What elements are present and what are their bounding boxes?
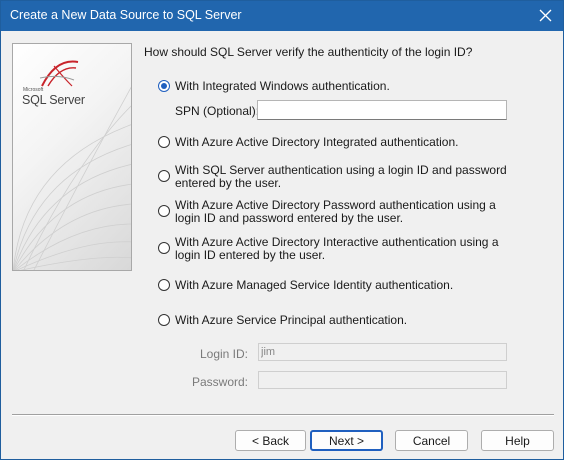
help-button[interactable]: Help (481, 430, 554, 451)
radio-aad-password[interactable] (158, 205, 170, 217)
password-label: Password: (191, 375, 248, 389)
title-bar[interactable]: Create a New Data Source to SQL Server (1, 1, 563, 31)
radio-service-principal[interactable] (158, 314, 170, 326)
option-aad-integrated[interactable]: With Azure Active Directory Integrated a… (158, 136, 515, 149)
login-id-input (258, 343, 507, 361)
sql-server-logo-panel: Microsoft SQL Server (12, 43, 132, 271)
option-label: With Azure Active Directory Password aut… (175, 198, 496, 225)
radio-integrated-windows[interactable] (158, 80, 170, 92)
option-label: With Azure Active Directory Interactive … (175, 235, 499, 262)
next-button[interactable]: Next > (310, 430, 383, 451)
login-id-label: Login ID: (199, 347, 248, 361)
option-label: With Azure Active Directory Integrated a… (175, 135, 459, 149)
radio-aad-interactive[interactable] (158, 242, 170, 254)
close-button[interactable] (529, 1, 563, 31)
option-aad-interactive[interactable]: With Azure Active Directory Interactive … (158, 236, 515, 262)
radio-sql-server-auth[interactable] (158, 170, 170, 182)
option-label: With Azure Service Principal authenticat… (175, 313, 408, 327)
radio-managed-identity[interactable] (158, 279, 170, 291)
option-managed-identity[interactable]: With Azure Managed Service Identity auth… (158, 279, 515, 292)
password-input (258, 371, 507, 389)
option-aad-password[interactable]: With Azure Active Directory Password aut… (158, 199, 515, 225)
spn-label: SPN (Optional): (175, 104, 260, 118)
back-button[interactable]: < Back (235, 430, 306, 451)
option-integrated-windows[interactable]: With Integrated Windows authentication. (158, 80, 515, 93)
radio-aad-integrated[interactable] (158, 136, 170, 148)
close-icon (539, 9, 552, 22)
dialog-window: Create a New Data Source to SQL Server M… (0, 0, 564, 460)
cancel-button[interactable]: Cancel (395, 430, 468, 451)
spn-input[interactable] (257, 100, 507, 120)
sql-server-logo-icon (39, 60, 79, 87)
window-title: Create a New Data Source to SQL Server (10, 8, 242, 22)
option-label: With Azure Managed Service Identity auth… (175, 278, 454, 292)
option-service-principal[interactable]: With Azure Service Principal authenticat… (158, 314, 515, 327)
button-separator (12, 414, 554, 416)
option-label: With Integrated Windows authentication. (175, 79, 390, 93)
option-sql-server-auth[interactable]: With SQL Server authentication using a l… (158, 164, 515, 190)
auth-question: How should SQL Server verify the authent… (144, 45, 473, 59)
option-label: With SQL Server authentication using a l… (175, 163, 507, 190)
logo-product-text: SQL Server (22, 93, 85, 107)
